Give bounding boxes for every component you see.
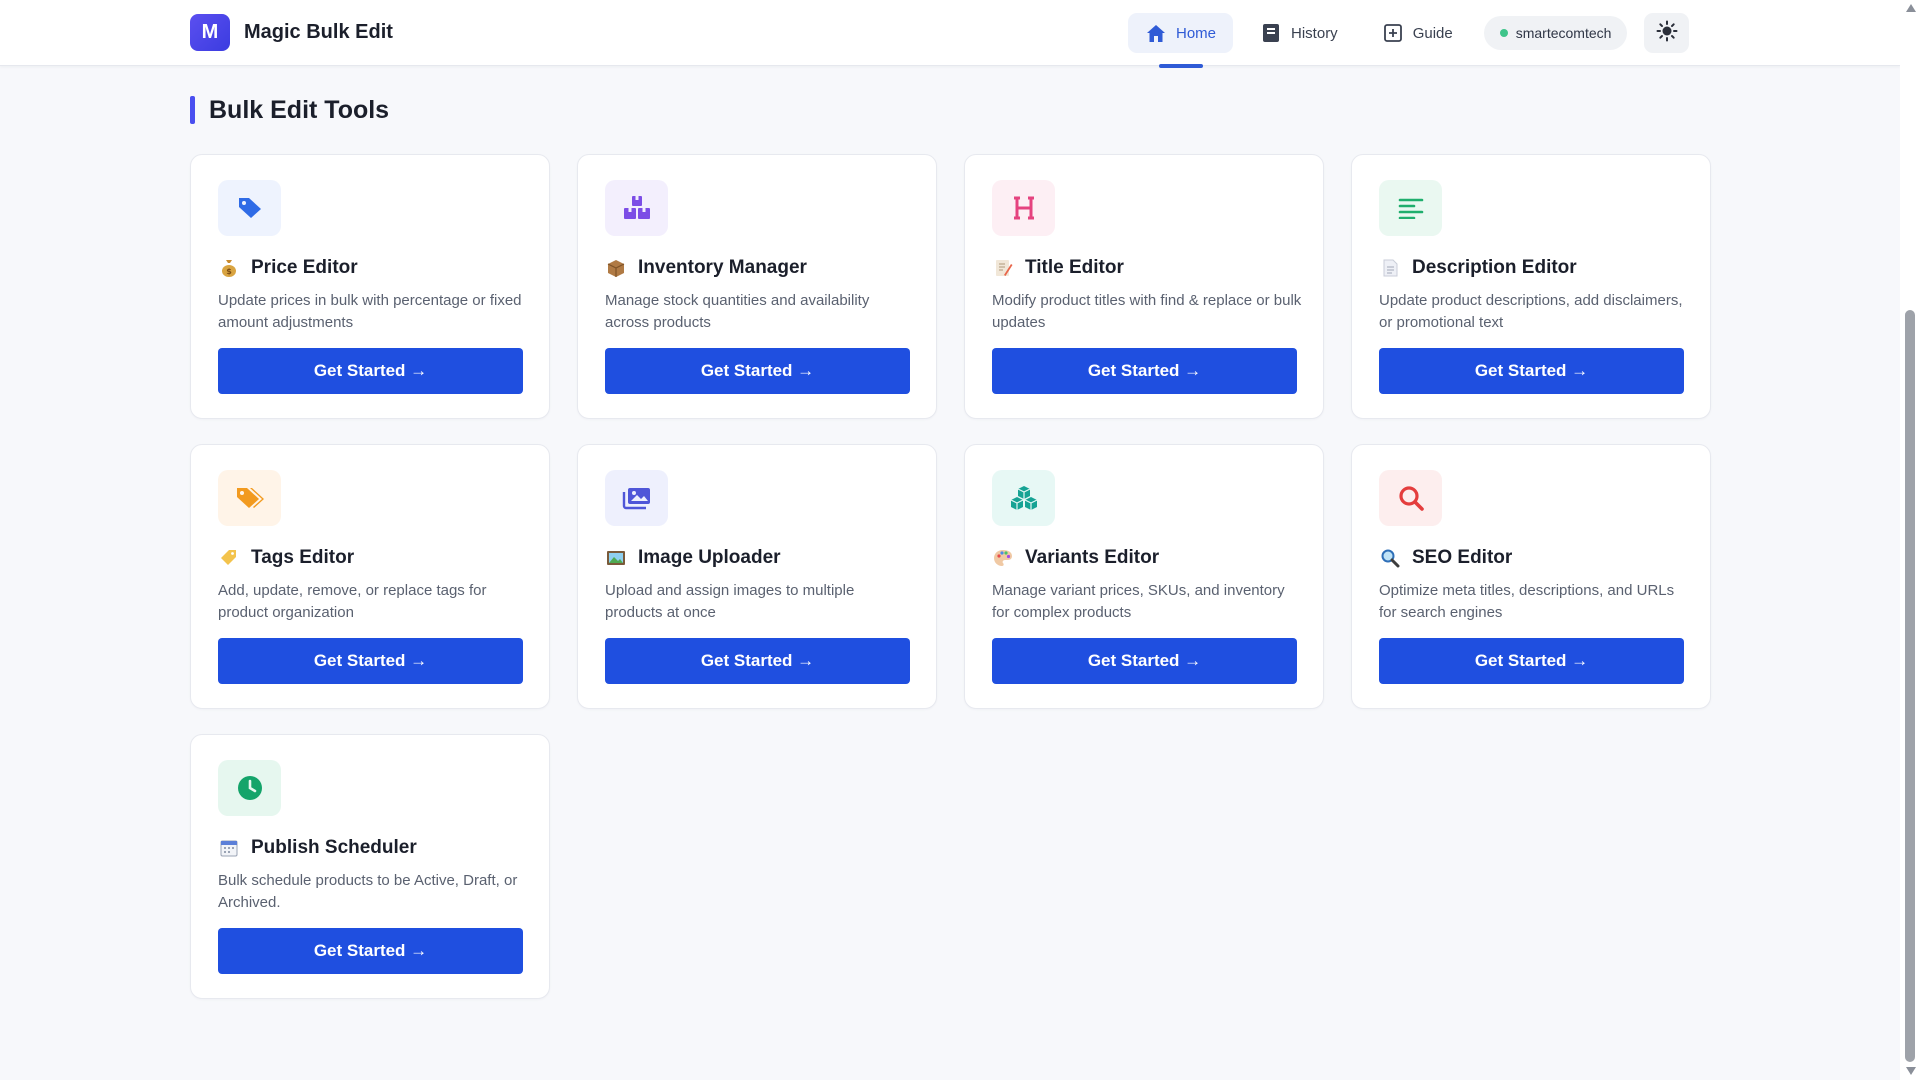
tool-card-seo-editor: SEO Editor Optimize meta titles, descrip… (1351, 444, 1711, 709)
card-title: SEO Editor (1379, 547, 1512, 569)
tool-card-publish-scheduler: Publish Scheduler Bulk schedule products… (190, 734, 550, 999)
card-description: Add, update, remove, or replace tags for… (218, 582, 487, 621)
nav-home[interactable]: Home (1128, 13, 1234, 53)
page-title: Bulk Edit Tools (209, 95, 390, 124)
get-started-button[interactable]: Get Started → (218, 348, 523, 394)
get-started-button[interactable]: Get Started → (992, 638, 1297, 684)
home-icon (1145, 22, 1167, 44)
nav-history[interactable]: History (1243, 13, 1355, 53)
get-started-button[interactable]: Get Started → (1379, 638, 1684, 684)
card-title-text: Price Editor (251, 257, 358, 278)
tool-card-description-editor: Description Editor Update product descri… (1351, 154, 1711, 419)
picture-icon (605, 547, 627, 569)
calendar-icon (218, 837, 240, 859)
card-title: Tags Editor (218, 547, 354, 569)
nav-history-label: History (1291, 24, 1338, 42)
get-started-button[interactable]: Get Started → (1379, 348, 1684, 394)
card-description: Bulk schedule products to be Active, Dra… (218, 872, 518, 911)
card-title: $ Price Editor (218, 257, 358, 279)
plus-square-icon (1382, 22, 1404, 44)
boxes-icon (605, 180, 668, 236)
card-title-text: SEO Editor (1412, 547, 1513, 568)
card-title-text: Title Editor (1025, 257, 1124, 278)
nav-guide[interactable]: Guide (1365, 13, 1470, 53)
section-accent-bar (190, 96, 195, 124)
theme-toggle-button[interactable] (1644, 13, 1690, 53)
tool-card-title-editor: Title Editor Modify product titles with … (964, 154, 1324, 419)
get-started-button[interactable]: Get Started → (218, 638, 523, 684)
vertical-scrollbar[interactable] (1900, 0, 1920, 1080)
card-description: Update product descriptions, add disclai… (1379, 292, 1683, 331)
memo-icon (992, 257, 1014, 279)
nav-guide-label: Guide (1412, 24, 1453, 42)
tool-card-price-editor: $ Price Editor Update prices in bulk wit… (190, 154, 550, 419)
scrollbar-thumb[interactable] (1905, 310, 1915, 1062)
brand-logo: M (190, 14, 230, 51)
main-nav: Home History Guide smartecomtech (1128, 13, 1690, 53)
card-title-text: Tags Editor (251, 547, 355, 568)
card-title: Description Editor (1379, 257, 1577, 279)
card-title-text: Description Editor (1412, 257, 1577, 278)
card-title-text: Inventory Manager (638, 257, 807, 278)
page-icon (1379, 257, 1401, 279)
section-heading: Bulk Edit Tools (190, 96, 389, 124)
cubes-icon (992, 470, 1055, 526)
tool-card-variants-editor: Variants Editor Manage variant prices, S… (964, 444, 1324, 709)
heading-icon (992, 180, 1055, 236)
card-title-text: Variants Editor (1025, 547, 1160, 568)
tags-icon (218, 470, 281, 526)
book-icon (1260, 22, 1282, 44)
store-name: smartecomtech (1515, 25, 1612, 41)
tag-icon (218, 180, 281, 236)
brand[interactable]: M Magic Bulk Edit (190, 14, 393, 51)
tool-card-image-uploader: Image Uploader Upload and assign images … (577, 444, 937, 709)
card-title: Variants Editor (992, 547, 1159, 569)
tool-card-tags-editor: Tags Editor Add, update, remove, or repl… (190, 444, 550, 709)
get-started-button[interactable]: Get Started → (218, 928, 523, 974)
active-nav-indicator (1159, 64, 1203, 68)
svg-text:$: $ (226, 267, 232, 276)
card-description: Upload and assign images to multiple pro… (605, 582, 855, 621)
sun-icon (1656, 20, 1678, 47)
get-started-button[interactable]: Get Started → (605, 638, 910, 684)
palette-icon (992, 547, 1014, 569)
package-icon (605, 257, 627, 279)
status-dot (1499, 29, 1508, 37)
card-description: Optimize meta titles, descriptions, and … (1379, 582, 1675, 621)
scroll-down-arrow-icon[interactable] (1906, 1067, 1916, 1075)
app-name: Magic Bulk Edit (244, 21, 393, 43)
store-badge[interactable]: smartecomtech (1483, 16, 1628, 50)
get-started-button[interactable]: Get Started → (605, 348, 910, 394)
search-icon (1379, 470, 1442, 526)
card-description: Update prices in bulk with percentage or… (218, 292, 522, 331)
card-description: Modify product titles with find & replac… (992, 292, 1302, 331)
card-title-text: Publish Scheduler (251, 837, 417, 858)
nav-home-label: Home (1176, 24, 1217, 42)
card-title: Image Uploader (605, 547, 781, 569)
card-title-text: Image Uploader (638, 547, 781, 568)
card-title: Inventory Manager (605, 257, 807, 279)
card-description: Manage variant prices, SKUs, and invento… (992, 582, 1285, 621)
magnifier-icon (1379, 547, 1401, 569)
images-icon (605, 470, 668, 526)
card-title: Title Editor (992, 257, 1124, 279)
clock-icon (218, 760, 281, 816)
card-title: Publish Scheduler (218, 837, 417, 859)
top-navbar: M Magic Bulk Edit Home History Guide sma… (0, 0, 1900, 66)
card-description: Manage stock quantities and availability… (605, 292, 870, 331)
align-left-icon (1379, 180, 1442, 236)
money-bag-icon: $ (218, 257, 240, 279)
label-icon (218, 547, 240, 569)
scroll-up-arrow-icon[interactable] (1906, 4, 1916, 12)
tool-card-inventory-manager: Inventory Manager Manage stock quantitie… (577, 154, 937, 419)
get-started-button[interactable]: Get Started → (992, 348, 1297, 394)
